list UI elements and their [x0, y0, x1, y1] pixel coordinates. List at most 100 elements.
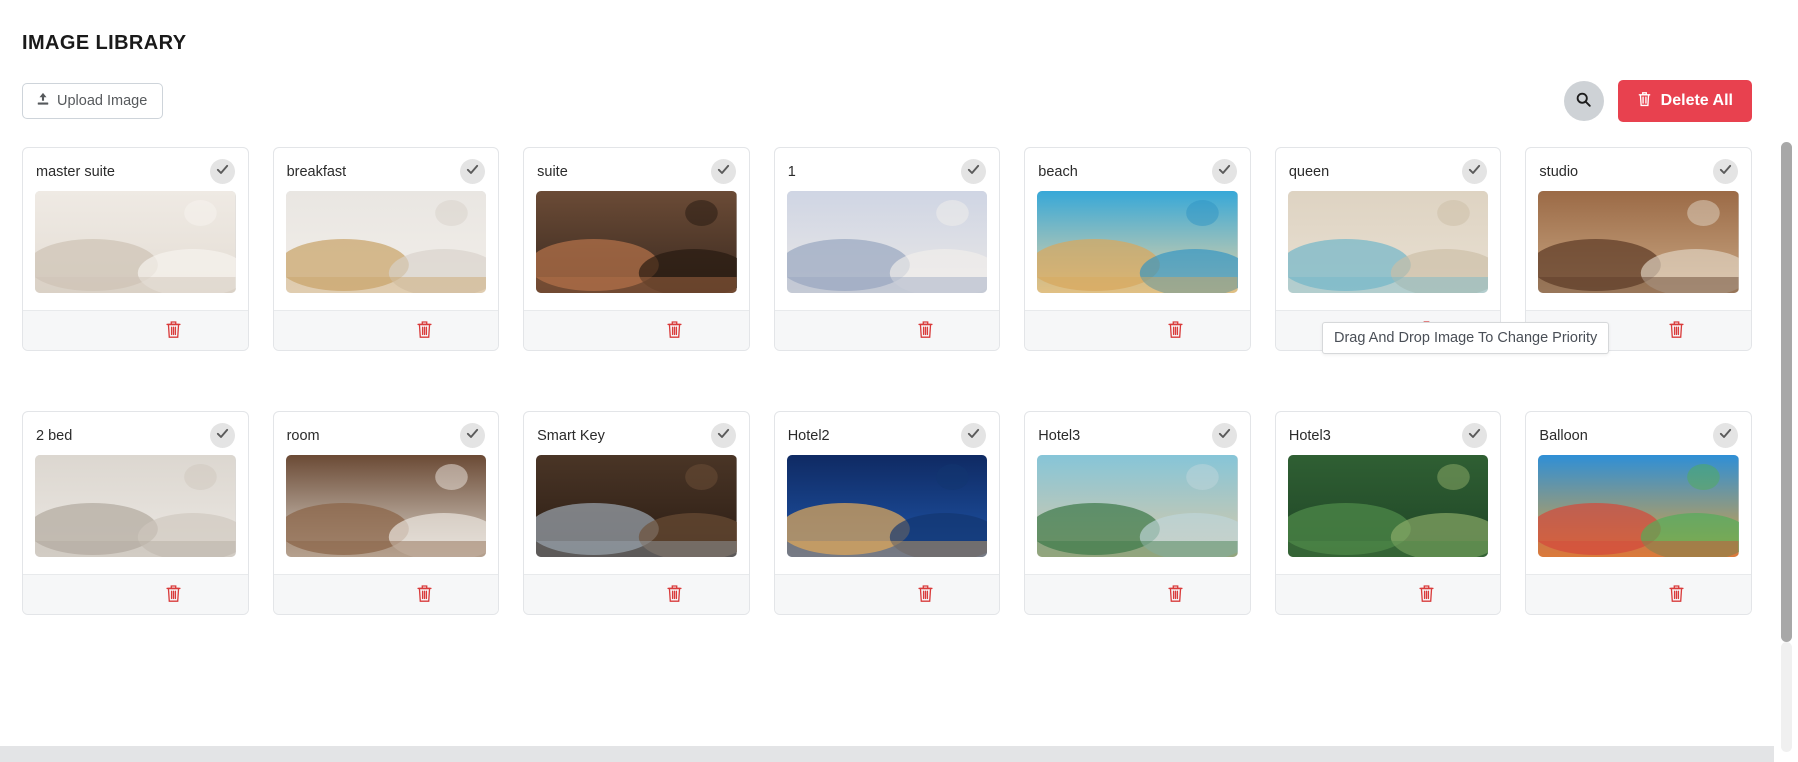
card-title: Smart Key — [537, 427, 605, 444]
card-title: 1 — [787, 163, 796, 180]
delete-image-button[interactable] — [666, 320, 683, 342]
card-header: queen — [1276, 148, 1501, 191]
trash-icon — [1637, 91, 1652, 111]
delete-image-button[interactable] — [1668, 584, 1685, 606]
check-icon — [1718, 426, 1733, 446]
page-scrollbar[interactable] — [1781, 0, 1792, 762]
card-footer — [1025, 574, 1250, 614]
image-card[interactable]: Hotel2 — [773, 411, 1001, 615]
card-thumbnail[interactable] — [1037, 455, 1238, 557]
upload-image-button[interactable]: Upload Image — [22, 83, 164, 119]
card-footer — [1025, 310, 1250, 350]
image-card[interactable]: suite — [523, 147, 750, 351]
select-checkbox[interactable] — [460, 423, 486, 448]
check-icon — [1217, 426, 1232, 446]
card-footer — [23, 574, 248, 614]
delete-image-button[interactable] — [1167, 584, 1184, 606]
select-checkbox[interactable] — [209, 159, 235, 184]
card-thumbnail[interactable] — [1538, 455, 1739, 557]
card-thumbnail[interactable] — [786, 455, 988, 557]
select-checkbox[interactable] — [209, 423, 235, 448]
image-card[interactable]: room — [272, 411, 500, 615]
delete-image-button[interactable] — [416, 320, 433, 342]
card-footer — [1275, 574, 1501, 614]
card-title: queen — [1288, 163, 1330, 180]
card-footer — [774, 310, 1000, 350]
select-checkbox[interactable] — [961, 159, 987, 184]
search-button[interactable] — [1563, 81, 1604, 121]
card-footer — [774, 574, 1000, 614]
card-thumbnail[interactable] — [35, 455, 236, 557]
card-title: Hotel3 — [1288, 427, 1331, 444]
select-checkbox[interactable] — [460, 159, 486, 184]
image-card[interactable]: Smart Key — [523, 411, 750, 615]
image-card[interactable]: Hotel3 — [1024, 411, 1251, 615]
card-header: master suite — [23, 148, 248, 191]
select-checkbox[interactable] — [1462, 423, 1488, 448]
image-card[interactable]: 2 bed — [22, 411, 249, 615]
card-footer — [273, 310, 499, 350]
delete-image-button[interactable] — [666, 584, 683, 606]
card-header: Hotel2 — [775, 412, 1000, 455]
image-card[interactable]: 1 — [773, 147, 1001, 351]
delete-image-button[interactable] — [165, 320, 182, 342]
delete-image-button[interactable] — [917, 584, 934, 606]
delete-image-button[interactable] — [1167, 320, 1184, 342]
card-thumbnail[interactable] — [1037, 191, 1238, 293]
select-checkbox[interactable] — [1712, 423, 1738, 448]
card-footer — [524, 310, 749, 350]
image-card[interactable]: studio — [1525, 147, 1752, 351]
bottom-bar — [0, 746, 1774, 762]
card-header: Smart Key — [524, 412, 749, 455]
card-header: Hotel3 — [1276, 412, 1501, 455]
trash-icon — [666, 320, 683, 342]
card-thumbnail[interactable] — [285, 455, 487, 557]
card-footer — [23, 310, 248, 350]
image-card[interactable]: breakfast — [272, 147, 500, 351]
card-thumbnail[interactable] — [285, 191, 487, 293]
select-checkbox[interactable] — [961, 423, 987, 448]
select-checkbox[interactable] — [1211, 423, 1237, 448]
delete-image-button[interactable] — [1668, 320, 1685, 342]
check-icon — [1217, 162, 1232, 182]
delete-all-button[interactable]: Delete All — [1617, 80, 1752, 122]
select-checkbox[interactable] — [710, 159, 736, 184]
card-thumbnail[interactable] — [536, 191, 737, 293]
card-header: breakfast — [274, 148, 499, 191]
trash-icon — [416, 320, 433, 342]
check-icon — [716, 426, 731, 446]
image-card[interactable]: master suite — [22, 147, 249, 351]
card-header: 2 bed — [23, 412, 248, 455]
scrollbar-track-rest — [1781, 642, 1792, 752]
delete-image-button[interactable] — [1418, 584, 1435, 606]
select-checkbox[interactable] — [1712, 159, 1738, 184]
card-thumbnail[interactable] — [1287, 455, 1489, 557]
image-card[interactable]: Hotel3 — [1274, 411, 1502, 615]
card-title: 2 bed — [36, 427, 73, 444]
card-title: studio — [1539, 163, 1579, 180]
select-checkbox[interactable] — [1462, 159, 1488, 184]
card-title: Balloon — [1539, 427, 1588, 444]
card-header: suite — [524, 148, 749, 191]
card-thumbnail[interactable] — [786, 191, 988, 293]
check-icon — [1718, 162, 1733, 182]
card-thumbnail[interactable] — [35, 191, 236, 293]
card-title: Hotel3 — [1038, 427, 1081, 444]
select-checkbox[interactable] — [1211, 159, 1237, 184]
delete-all-label: Delete All — [1660, 92, 1733, 109]
card-footer — [524, 574, 749, 614]
image-card[interactable]: beach — [1024, 147, 1251, 351]
card-thumbnail[interactable] — [1538, 191, 1739, 293]
toolbar: Upload Image Delete All — [22, 80, 1752, 122]
card-title: beach — [1038, 163, 1078, 180]
card-thumbnail[interactable] — [536, 455, 737, 557]
card-thumbnail[interactable] — [1287, 191, 1489, 293]
image-card[interactable]: queen — [1274, 147, 1502, 351]
delete-image-button[interactable] — [416, 584, 433, 606]
select-checkbox[interactable] — [710, 423, 736, 448]
delete-image-button[interactable] — [165, 584, 182, 606]
check-icon — [215, 426, 230, 446]
image-card[interactable]: Balloon — [1525, 411, 1752, 615]
scrollbar-thumb[interactable] — [1781, 142, 1792, 642]
delete-image-button[interactable] — [917, 320, 934, 342]
